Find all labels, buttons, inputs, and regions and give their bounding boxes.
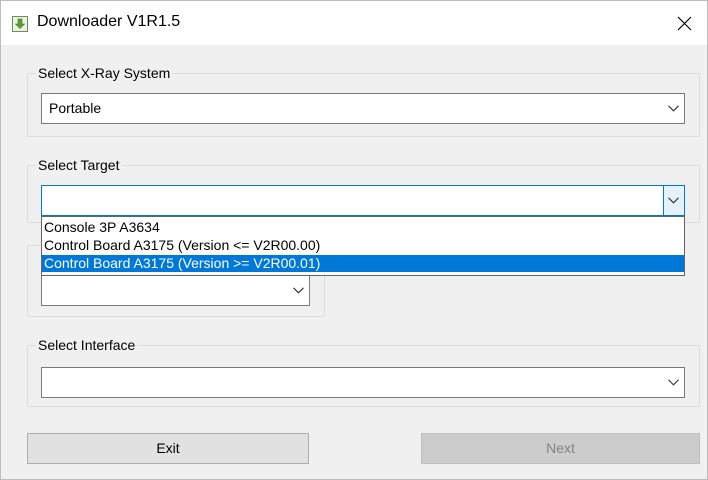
target-dropdown-list: Console 3P A3634 Control Board A3175 (Ve…: [41, 216, 685, 276]
interface-label: Select Interface: [36, 337, 138, 353]
dropdown-option[interactable]: Console 3P A3634: [42, 219, 684, 236]
title-bar: Downloader V1R1.5: [1, 1, 707, 45]
hidden-select[interactable]: [41, 275, 310, 306]
interface-select[interactable]: [41, 367, 685, 398]
chevron-down-icon: [289, 276, 309, 305]
xray-system-label: Select X-Ray System: [36, 65, 173, 81]
downloader-window: Downloader V1R1.5 Select X-Ray System Po…: [0, 0, 708, 480]
chevron-down-icon: [664, 368, 684, 397]
close-icon: [677, 16, 692, 31]
xray-system-value: Portable: [49, 100, 102, 116]
next-button[interactable]: Next: [421, 433, 700, 464]
target-select[interactable]: [41, 185, 685, 216]
window-title: Downloader V1R1.5: [37, 13, 181, 30]
chevron-down-icon[interactable]: [663, 186, 684, 215]
target-label: Select Target: [36, 157, 122, 173]
exit-button[interactable]: Exit: [27, 433, 309, 464]
xray-system-select[interactable]: Portable: [41, 93, 685, 124]
dropdown-option[interactable]: Control Board A3175 (Version <= V2R00.00…: [42, 237, 684, 254]
chevron-down-icon: [664, 94, 684, 123]
download-icon: [12, 16, 28, 32]
dropdown-option-highlighted[interactable]: Control Board A3175 (Version >= V2R00.01…: [42, 255, 684, 272]
close-button[interactable]: [663, 1, 707, 45]
